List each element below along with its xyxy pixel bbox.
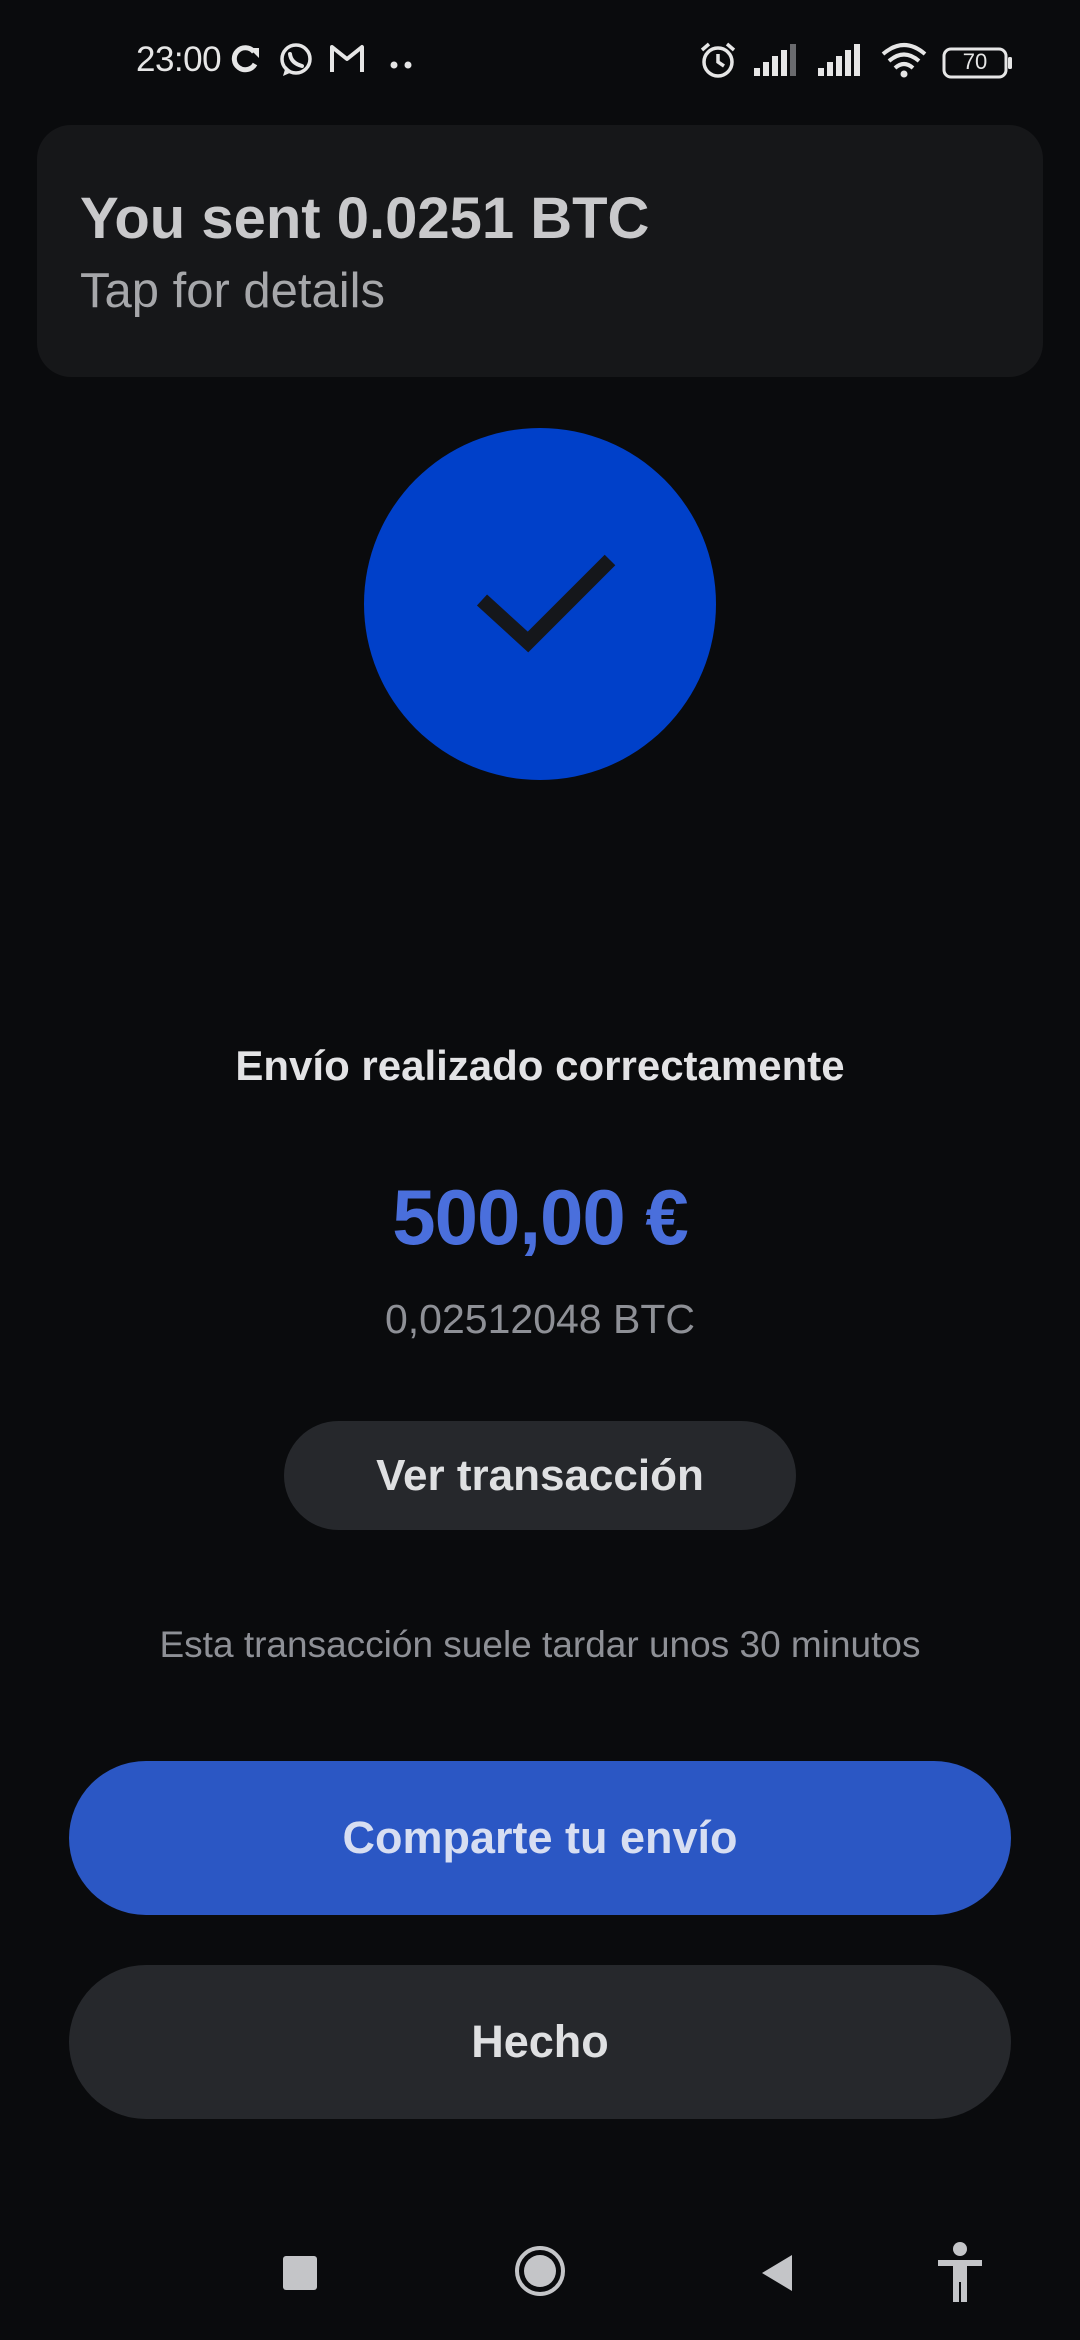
status-time: 23:00: [136, 40, 222, 79]
view-transaction-button[interactable]: Ver transacción: [284, 1421, 796, 1530]
accessibility-icon[interactable]: [934, 2242, 986, 2309]
notification-subtitle: Tap for details: [80, 264, 386, 318]
success-title: Envío realizado correctamente: [235, 1042, 845, 1089]
more-dots-icon: [390, 56, 414, 74]
whatsapp-icon: [278, 42, 314, 83]
sync-icon: [228, 42, 262, 81]
recents-icon[interactable]: [283, 2256, 317, 2295]
navigation-bar: [0, 2220, 1080, 2340]
alarm-icon: [698, 40, 738, 85]
back-icon[interactable]: [760, 2253, 794, 2298]
notification-title: You sent 0.0251 BTC: [80, 186, 650, 251]
amount-btc: 0,02512048 BTC: [384, 1296, 695, 1342]
gmail-icon: [328, 42, 366, 79]
done-button[interactable]: Hecho: [69, 1965, 1011, 2119]
battery-icon: 70: [942, 46, 1014, 80]
wifi-icon: [880, 42, 928, 83]
amount-fiat: 500,00 €: [392, 1173, 689, 1261]
share-button[interactable]: Comparte tu envío: [69, 1761, 1011, 1915]
sent-notification[interactable]: You sent 0.0251 BTC Tap for details: [37, 125, 1043, 377]
success-circle: [364, 428, 716, 780]
battery-level: 70: [962, 48, 988, 74]
signal-icon: [816, 42, 866, 83]
signal-icon: [752, 42, 802, 83]
screen: 23:00 70 You sent 0.0251 BTC Tap for det…: [0, 0, 1080, 2340]
status-bar: 23:00 70: [0, 0, 1080, 124]
transaction-note: Esta transacción suele tardar unos 30 mi…: [159, 1624, 921, 1665]
checkmark-icon: [476, 554, 616, 653]
home-icon[interactable]: [514, 2245, 566, 2302]
status-right: 70: [698, 40, 1014, 85]
